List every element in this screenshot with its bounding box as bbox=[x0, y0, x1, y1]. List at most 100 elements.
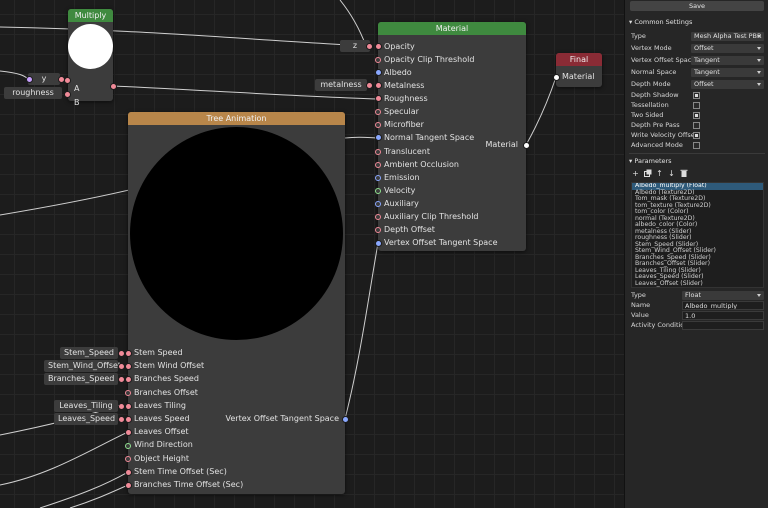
material-pin-auxiliary[interactable] bbox=[375, 201, 381, 207]
param-y-pin[interactable] bbox=[58, 76, 65, 83]
material-node[interactable]: Material Opacity Opacity Clip Threshold … bbox=[378, 22, 526, 251]
trash-icon[interactable] bbox=[679, 169, 688, 178]
add-icon[interactable]: + bbox=[631, 169, 640, 178]
write-velocity-offset-checkbox[interactable] bbox=[693, 132, 700, 139]
param-stem-speed-pin[interactable] bbox=[118, 350, 125, 357]
param-leaves-speed[interactable]: Leaves_Speed bbox=[54, 413, 118, 425]
material-pin-emission[interactable] bbox=[375, 175, 381, 181]
tree-input-stem-time-offset: Stem Time Offset (Sec) bbox=[134, 467, 227, 476]
activity-condition-field[interactable] bbox=[682, 321, 764, 330]
material-pin-auxiliary-clip[interactable] bbox=[375, 214, 381, 220]
arrow-down-icon[interactable]: ↓ bbox=[667, 169, 676, 178]
final-input-pin[interactable] bbox=[553, 74, 560, 81]
material-pin-specular[interactable] bbox=[375, 109, 381, 115]
list-item[interactable]: Leaves_Offset (Slider) bbox=[632, 280, 763, 288]
material-input-emission: Emission bbox=[384, 173, 420, 182]
tree-pin-branches-speed[interactable] bbox=[125, 376, 132, 383]
tree-input-leaves-speed: Leaves Speed bbox=[134, 414, 190, 423]
material-pin-ambient-occlusion[interactable] bbox=[375, 162, 381, 168]
advanced-mode-checkbox[interactable] bbox=[693, 142, 700, 149]
multiply-a-pin[interactable] bbox=[64, 77, 71, 84]
material-input-auxiliary: Auxiliary bbox=[384, 199, 419, 208]
param-type-dropdown[interactable]: Float bbox=[682, 291, 764, 300]
param-branches-speed[interactable]: Branches_Speed bbox=[44, 373, 118, 385]
tree-pin-object-height[interactable] bbox=[125, 456, 131, 462]
param-value-field[interactable]: 1.0 bbox=[682, 311, 764, 320]
multiply-input-a: A bbox=[74, 84, 80, 93]
tree-input-leaves-tiling: Leaves Tiling bbox=[134, 401, 186, 410]
material-pin-vertex-offset[interactable] bbox=[375, 240, 382, 247]
material-pin-normal[interactable] bbox=[375, 134, 382, 141]
wire bbox=[0, 431, 129, 486]
material-output-pin[interactable] bbox=[523, 142, 530, 149]
param-stem-wind-offset[interactable]: Stem_Wind_Offset bbox=[44, 360, 121, 372]
tree-animation-node[interactable]: Tree Animation Stem Speed Stem Wind Offs… bbox=[128, 112, 345, 494]
common-settings-label: Common Settings bbox=[634, 18, 693, 26]
param-name-label: Name bbox=[631, 301, 651, 309]
param-metalness[interactable]: metalness bbox=[315, 79, 367, 91]
material-pin-albedo[interactable] bbox=[375, 69, 382, 76]
param-stem-wind-offset-pin[interactable] bbox=[118, 363, 125, 370]
material-input-depth-offset: Depth Offset bbox=[384, 225, 435, 234]
prop-type-dropdown[interactable]: Mesh Alpha Test PBR bbox=[691, 32, 764, 41]
tree-pin-leaves-speed[interactable] bbox=[125, 416, 132, 423]
duplicate-icon[interactable] bbox=[643, 169, 652, 178]
tree-pin-stem-wind-offset[interactable] bbox=[125, 363, 132, 370]
depth-pre-pass-checkbox[interactable] bbox=[693, 122, 700, 129]
final-node[interactable]: Final Material bbox=[556, 53, 602, 87]
multiply-node-title: Multiply bbox=[68, 9, 113, 22]
material-pin-roughness[interactable] bbox=[375, 95, 382, 102]
material-pin-depth-offset[interactable] bbox=[375, 227, 381, 233]
prop-vertex-offset-space-dropdown[interactable]: Tangent bbox=[691, 56, 764, 65]
param-z-pin[interactable] bbox=[366, 43, 373, 50]
save-button[interactable]: Save bbox=[630, 1, 764, 11]
param-name-field[interactable]: Albedo_multiply bbox=[682, 301, 764, 310]
param-leaves-speed-pin[interactable] bbox=[118, 416, 125, 423]
prop-normal-space-dropdown[interactable]: Tangent bbox=[691, 68, 764, 77]
parameter-list[interactable]: Albedo_multiply (Float) Albedo (Texture2… bbox=[631, 182, 764, 288]
tree-pin-wind-direction[interactable] bbox=[125, 443, 131, 449]
param-value-label: Value bbox=[631, 311, 649, 319]
material-pin-metalness[interactable] bbox=[375, 82, 382, 89]
material-input-opacity: Opacity bbox=[384, 42, 415, 51]
prop-vertex-mode-dropdown[interactable]: Offset bbox=[691, 44, 764, 53]
tree-pin-stem-time-offset[interactable] bbox=[125, 469, 132, 476]
tree-pin-stem-speed[interactable] bbox=[125, 350, 132, 357]
tree-output-pin[interactable] bbox=[342, 416, 349, 423]
arrow-up-icon[interactable]: ↑ bbox=[655, 169, 664, 178]
tree-pin-branches-offset[interactable] bbox=[125, 390, 131, 396]
param-roughness[interactable]: roughness bbox=[4, 87, 62, 99]
tree-input-branches-time-offset: Branches Time Offset (Sec) bbox=[134, 480, 244, 489]
node-graph-canvas[interactable]: Multiply A B z y roughness metalness Mat… bbox=[0, 0, 624, 508]
param-y-pin-in[interactable] bbox=[26, 76, 33, 83]
tree-pin-branches-time-offset[interactable] bbox=[125, 482, 132, 489]
tessellation-checkbox[interactable] bbox=[693, 102, 700, 109]
two-sided-checkbox[interactable] bbox=[693, 112, 700, 119]
material-pin-translucent[interactable] bbox=[375, 149, 381, 155]
param-branches-speed-pin[interactable] bbox=[118, 376, 125, 383]
param-metalness-pin[interactable] bbox=[366, 82, 373, 89]
param-leaves-tiling[interactable]: Leaves_Tiling bbox=[54, 400, 118, 412]
tree-pin-leaves-tiling[interactable] bbox=[125, 403, 132, 410]
material-pin-velocity[interactable] bbox=[375, 188, 381, 194]
param-leaves-tiling-pin[interactable] bbox=[118, 403, 125, 410]
multiply-output-pin[interactable] bbox=[110, 83, 117, 90]
material-pin-opacity[interactable] bbox=[375, 43, 382, 50]
material-pin-microfiber[interactable] bbox=[375, 122, 381, 128]
multiply-node[interactable]: Multiply A B bbox=[68, 9, 113, 107]
parameters-header[interactable]: ▾ Parameters bbox=[629, 156, 672, 166]
depth-shadow-checkbox[interactable] bbox=[693, 92, 700, 99]
multiply-b-pin[interactable] bbox=[64, 91, 71, 98]
param-stem-speed[interactable]: Stem_Speed bbox=[60, 347, 118, 359]
tree-pin-leaves-offset[interactable] bbox=[125, 429, 132, 436]
depth-pre-pass-label: Depth Pre Pass bbox=[631, 121, 680, 129]
prop-type-label: Type bbox=[631, 32, 646, 40]
tree-input-stem-wind-offset: Stem Wind Offset bbox=[134, 361, 205, 370]
material-pin-opacity-clip[interactable] bbox=[375, 57, 381, 63]
material-input-translucent: Translucent bbox=[384, 147, 430, 156]
prop-vertex-mode-label: Vertex Mode bbox=[631, 44, 672, 52]
wire bbox=[69, 484, 129, 508]
prop-depth-mode-dropdown[interactable]: Offset bbox=[691, 80, 764, 89]
common-settings-header[interactable]: ▾ Common Settings bbox=[629, 17, 692, 27]
material-input-normal: Normal Tangent Space bbox=[384, 133, 475, 142]
